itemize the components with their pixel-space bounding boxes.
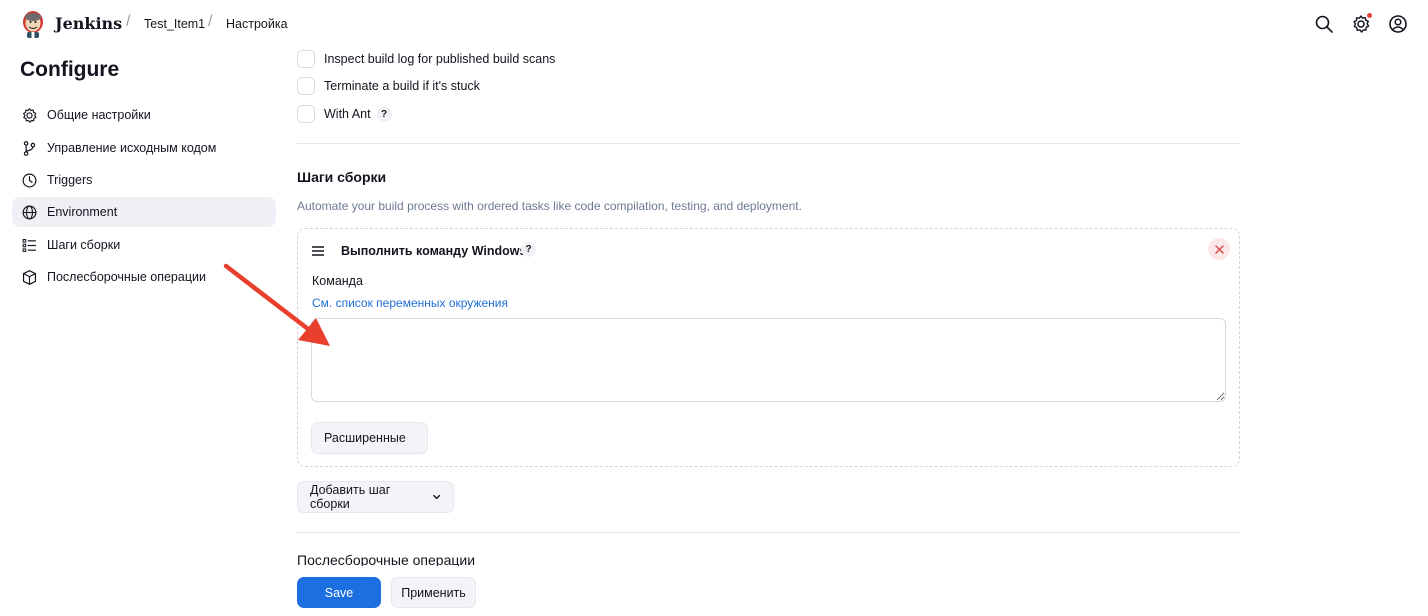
build-step-card: Выполнить команду Windows ? Команда См. … xyxy=(297,228,1240,467)
sidebar-item-label: Послесборочные операции xyxy=(47,270,206,284)
checkbox-label[interactable]: With Ant xyxy=(324,107,371,121)
build-steps-title: Шаги сборки xyxy=(297,169,387,185)
option-with-ant: With Ant ? xyxy=(297,105,392,123)
breadcrumb-item-job[interactable]: Test_Item1 xyxy=(144,17,205,31)
notification-dot xyxy=(1367,13,1372,18)
drag-handle-icon[interactable] xyxy=(311,245,325,257)
bottom-action-bar xyxy=(0,566,1428,616)
section-divider xyxy=(297,532,1240,533)
command-textarea[interactable] xyxy=(311,318,1226,402)
section-divider xyxy=(297,143,1240,144)
gear-icon xyxy=(22,108,37,123)
sidebar-item-label: Шаги сборки xyxy=(47,238,121,252)
build-step-title: Выполнить команду Windows xyxy=(341,244,527,258)
save-button[interactable]: Save xyxy=(297,577,381,608)
checkbox-label[interactable]: Terminate a build if it's stuck xyxy=(324,79,480,93)
inspect-build-log-checkbox[interactable] xyxy=(297,50,315,68)
build-steps-description: Automate your build process with ordered… xyxy=(297,199,802,213)
checkbox-label[interactable]: Inspect build log for published build sc… xyxy=(324,52,555,66)
sidebar-item-label: Triggers xyxy=(47,173,93,187)
sidebar-item-scm[interactable]: Управление исходным кодом xyxy=(12,133,276,163)
with-ant-checkbox[interactable] xyxy=(297,105,315,123)
chevron-down-icon xyxy=(432,494,440,500)
env-variables-link[interactable]: См. список переменных окружения xyxy=(312,296,508,310)
sidebar-item-label: Environment xyxy=(47,205,118,219)
sidebar-item-triggers[interactable]: Triggers xyxy=(12,165,276,195)
search-icon[interactable] xyxy=(1314,14,1334,34)
branch-icon xyxy=(23,141,36,156)
help-icon[interactable]: ? xyxy=(521,242,536,257)
sidebar-item-build-steps[interactable]: Шаги сборки xyxy=(12,230,276,260)
close-icon xyxy=(1214,244,1224,254)
sidebar-item-label: Общие настройки xyxy=(47,108,151,122)
terminate-stuck-checkbox[interactable] xyxy=(297,77,315,95)
breadcrumb-item-configure[interactable]: Настройка xyxy=(226,17,288,31)
breadcrumb-separator: / xyxy=(208,13,213,30)
sidebar-item-label: Управление исходным кодом xyxy=(47,141,217,155)
option-inspect-build-log: Inspect build log for published build sc… xyxy=(297,50,555,68)
delete-step-button[interactable] xyxy=(1208,238,1230,260)
sidebar-item-general[interactable]: Общие настройки xyxy=(12,100,276,130)
sidebar-item-environment[interactable]: Environment xyxy=(12,197,276,227)
clock-icon xyxy=(22,173,37,188)
add-build-step-button[interactable]: Добавить шаг сборки xyxy=(297,481,454,513)
advanced-button[interactable]: Расширенные xyxy=(311,422,428,454)
add-build-step-label: Добавить шаг сборки xyxy=(310,483,391,511)
list-icon xyxy=(22,239,36,252)
chevron-down-icon xyxy=(413,437,415,439)
top-header: Jenkins / Test_Item1 / Настройка xyxy=(0,0,1428,48)
globe-icon xyxy=(22,205,37,220)
breadcrumb-separator: / xyxy=(126,13,131,30)
help-icon[interactable]: ? xyxy=(376,106,392,122)
apply-button[interactable]: Применить xyxy=(391,577,476,608)
page-title: Configure xyxy=(20,58,120,81)
option-terminate-stuck: Terminate a build if it's stuck xyxy=(297,77,480,95)
advanced-label: Расширенные xyxy=(324,431,406,445)
annotation-arrow-icon xyxy=(223,263,330,346)
user-icon[interactable] xyxy=(1388,14,1408,34)
jenkins-logo-icon[interactable] xyxy=(20,9,46,39)
brand-title[interactable]: Jenkins xyxy=(55,14,122,33)
package-icon xyxy=(22,270,37,285)
